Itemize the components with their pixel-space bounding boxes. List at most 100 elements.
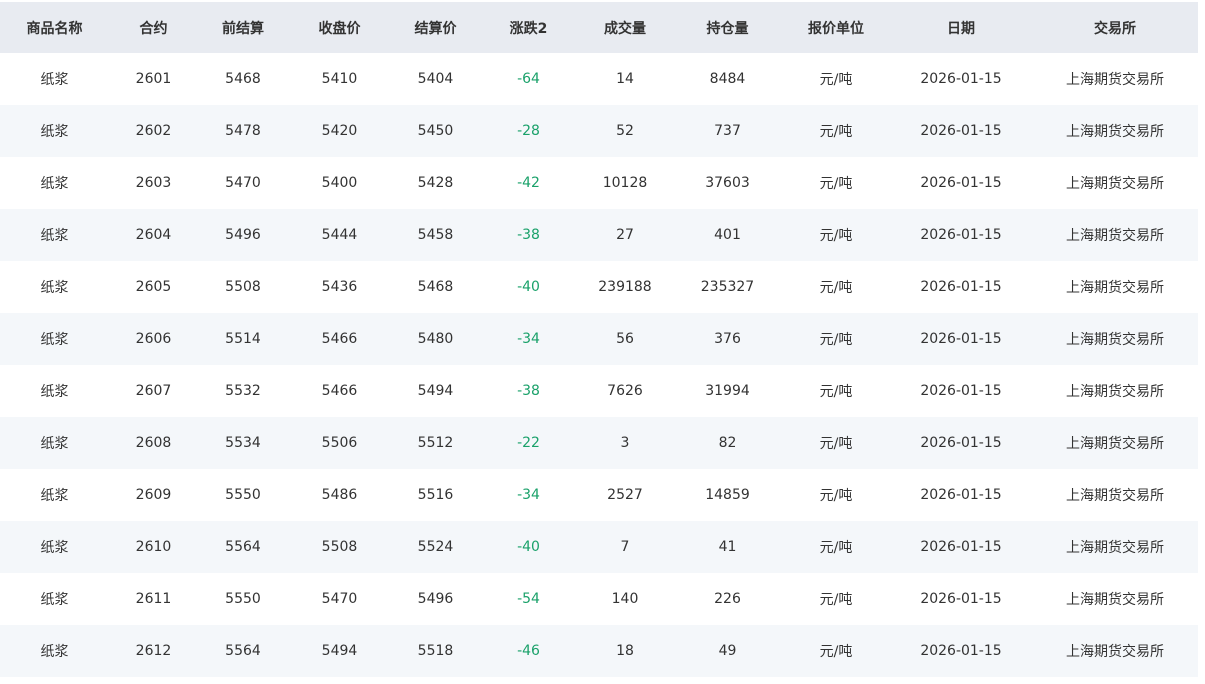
futures-quote-table: 商品名称 合约 前结算 收盘价 结算价 涨跌2 成交量 持仓量 报价单位 日期 … — [0, 2, 1198, 677]
cell-settlement-price: 5516 — [417, 487, 454, 503]
cell-quote-unit: 元/吨 — [819, 592, 853, 608]
column-header-open-interest[interactable]: 持仓量 — [673, 2, 782, 53]
cell-product-name: 纸浆 — [40, 384, 69, 400]
cell-product-name: 纸浆 — [40, 592, 69, 608]
cell-exchange: 上海期货交易所 — [1066, 592, 1164, 608]
cell-contract: 2610 — [135, 539, 172, 555]
table-row[interactable]: 纸浆 2606 5514 5466 5480 -34 56 376 元/吨 2026-01-15 上… — [0, 313, 1198, 365]
cell-exchange: 上海期货交易所 — [1066, 124, 1164, 140]
table-row[interactable]: 纸浆 2612 5564 5494 5518 -46 18 49 元/吨 2026-01-15 上海… — [0, 625, 1198, 677]
cell-close-price: 5410 — [321, 71, 358, 87]
cell-settlement-price: 5518 — [417, 643, 454, 659]
column-header-change[interactable]: 涨跌2 — [480, 2, 577, 53]
cell-quote-unit: 元/吨 — [819, 72, 853, 88]
cell-quote-unit: 元/吨 — [819, 644, 853, 660]
table-row[interactable]: 纸浆 2602 5478 5420 5450 -28 52 737 元/吨 2026-01-15 上… — [0, 105, 1198, 157]
cell-volume: 3 — [620, 435, 630, 451]
table-row[interactable]: 纸浆 2609 5550 5486 5516 -34 2527 14859 元/吨 2026-01… — [0, 469, 1198, 521]
column-header-exchange[interactable]: 交易所 — [1032, 2, 1198, 53]
cell-date: 2026-01-15 — [920, 279, 1002, 295]
cell-close-price: 5436 — [321, 279, 358, 295]
cell-exchange: 上海期货交易所 — [1066, 540, 1164, 556]
table-row[interactable]: 纸浆 2611 5550 5470 5496 -54 140 226 元/吨 2026-01-15… — [0, 573, 1198, 625]
cell-open-interest: 226 — [714, 591, 741, 607]
cell-volume: 27 — [616, 227, 634, 243]
cell-product-name: 纸浆 — [40, 332, 69, 348]
cell-change: -42 — [517, 175, 540, 191]
cell-prev-settlement: 5564 — [225, 539, 261, 555]
cell-product-name: 纸浆 — [40, 124, 69, 140]
cell-contract: 2605 — [135, 279, 172, 295]
column-header-contract[interactable]: 合约 — [109, 2, 198, 53]
cell-product-name: 纸浆 — [40, 644, 69, 660]
cell-close-price: 5506 — [321, 435, 358, 451]
cell-quote-unit: 元/吨 — [819, 228, 853, 244]
column-header-quote-unit[interactable]: 报价单位 — [782, 2, 890, 53]
cell-open-interest: 41 — [718, 539, 737, 555]
cell-contract: 2603 — [135, 175, 172, 191]
cell-open-interest: 31994 — [705, 383, 750, 399]
cell-close-price: 5508 — [321, 539, 358, 555]
cell-close-price: 5470 — [321, 591, 358, 607]
cell-prev-settlement: 5478 — [225, 123, 261, 139]
cell-open-interest: 82 — [718, 435, 737, 451]
cell-close-price: 5466 — [321, 331, 358, 347]
cell-change: -38 — [517, 227, 540, 243]
cell-settlement-price: 5524 — [417, 539, 454, 555]
table-row[interactable]: 纸浆 2608 5534 5506 5512 -22 3 82 元/吨 2026-01-15 上海期… — [0, 417, 1198, 469]
cell-date: 2026-01-15 — [920, 227, 1002, 243]
cell-close-price: 5466 — [321, 383, 358, 399]
cell-quote-unit: 元/吨 — [819, 488, 853, 504]
column-header-settlement-price[interactable]: 结算价 — [391, 2, 480, 53]
table-row[interactable]: 纸浆 2605 5508 5436 5468 -40 239188 235327 元/吨 2026… — [0, 261, 1198, 313]
cell-prev-settlement: 5496 — [225, 227, 261, 243]
cell-settlement-price: 5494 — [417, 383, 454, 399]
cell-product-name: 纸浆 — [40, 280, 69, 296]
column-header-prev-settlement[interactable]: 前结算 — [198, 2, 288, 53]
cell-quote-unit: 元/吨 — [819, 540, 853, 556]
cell-close-price: 5420 — [321, 123, 358, 139]
cell-contract: 2607 — [135, 383, 172, 399]
column-header-date[interactable]: 日期 — [890, 2, 1032, 53]
cell-contract: 2612 — [135, 643, 172, 659]
table-row[interactable]: 纸浆 2610 5564 5508 5524 -40 7 41 元/吨 2026-01-15 上海期… — [0, 521, 1198, 573]
cell-quote-unit: 元/吨 — [819, 176, 853, 192]
cell-volume: 7626 — [607, 383, 643, 399]
column-header-close-price[interactable]: 收盘价 — [288, 2, 391, 53]
cell-volume: 56 — [616, 331, 634, 347]
cell-open-interest: 737 — [714, 123, 741, 139]
cell-exchange: 上海期货交易所 — [1066, 488, 1164, 504]
cell-settlement-price: 5404 — [417, 71, 454, 87]
cell-change: -54 — [517, 591, 540, 607]
cell-quote-unit: 元/吨 — [819, 384, 853, 400]
cell-change: -38 — [517, 383, 540, 399]
cell-open-interest: 376 — [714, 331, 741, 347]
table-header: 商品名称 合约 前结算 收盘价 结算价 涨跌2 成交量 持仓量 报价单位 日期 … — [0, 2, 1198, 53]
cell-change: -28 — [517, 123, 540, 139]
cell-quote-unit: 元/吨 — [819, 436, 853, 452]
table-row[interactable]: 纸浆 2607 5532 5466 5494 -38 7626 31994 元/吨 2026-01… — [0, 365, 1198, 417]
cell-product-name: 纸浆 — [40, 72, 69, 88]
cell-volume: 14 — [616, 71, 634, 87]
cell-exchange: 上海期货交易所 — [1066, 384, 1164, 400]
cell-exchange: 上海期货交易所 — [1066, 72, 1164, 88]
cell-volume: 10128 — [602, 175, 648, 191]
column-header-product-name[interactable]: 商品名称 — [0, 2, 109, 53]
cell-close-price: 5444 — [321, 227, 358, 243]
cell-prev-settlement: 5514 — [225, 331, 261, 347]
cell-prev-settlement: 5534 — [225, 435, 261, 451]
cell-change: -34 — [517, 331, 540, 347]
cell-settlement-price: 5480 — [417, 331, 454, 347]
cell-exchange: 上海期货交易所 — [1066, 644, 1164, 660]
cell-product-name: 纸浆 — [40, 540, 69, 556]
cell-quote-unit: 元/吨 — [819, 332, 853, 348]
cell-change: -34 — [517, 487, 540, 503]
cell-exchange: 上海期货交易所 — [1066, 332, 1164, 348]
table-row[interactable]: 纸浆 2603 5470 5400 5428 -42 10128 37603 元/吨 2026-0… — [0, 157, 1198, 209]
table-row[interactable]: 纸浆 2601 5468 5410 5404 -64 14 8484 元/吨 2026-01-15… — [0, 53, 1198, 105]
column-header-volume[interactable]: 成交量 — [577, 2, 673, 53]
futures-quote-table-container: 商品名称 合约 前结算 收盘价 结算价 涨跌2 成交量 持仓量 报价单位 日期 … — [0, 2, 1198, 677]
cell-change: -40 — [517, 539, 540, 555]
table-row[interactable]: 纸浆 2604 5496 5444 5458 -38 27 401 元/吨 2026-01-15 上… — [0, 209, 1198, 261]
cell-date: 2026-01-15 — [920, 331, 1002, 347]
